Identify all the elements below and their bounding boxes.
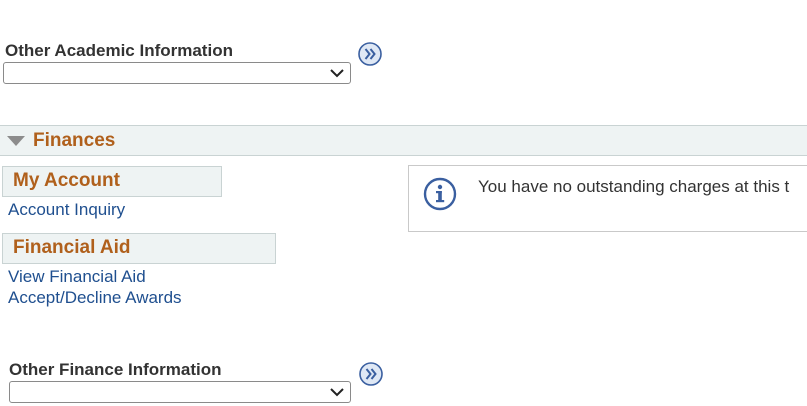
finances-section-header[interactable]: Finances [0,125,807,156]
triangle-down-icon[interactable] [7,136,25,146]
charges-notice: You have no outstanding charges at this … [408,165,807,232]
view-financial-aid-link[interactable]: View Financial Aid [8,267,146,287]
other-finance-go-button[interactable] [359,362,383,386]
other-finance-select[interactable] [9,381,351,403]
accept-decline-awards-link[interactable]: Accept/Decline Awards [8,288,182,308]
chevron-down-icon [330,69,344,78]
finances-section-title: Finances [33,130,116,151]
account-inquiry-link[interactable]: Account Inquiry [8,200,125,220]
other-finance-label: Other Finance Information [9,360,222,379]
other-academic-label: Other Academic Information [5,41,233,60]
student-center-page: Other Academic Information Finances My A… [0,0,807,406]
my-account-title: My Account [13,170,120,191]
my-account-header: My Account [2,166,222,197]
financial-aid-header: Financial Aid [2,233,276,264]
other-academic-go-button[interactable] [358,42,382,66]
info-icon [423,177,457,211]
charges-notice-text: You have no outstanding charges at this … [478,177,790,196]
chevron-down-icon [330,388,344,397]
financial-aid-title: Financial Aid [13,237,131,258]
other-academic-select[interactable] [3,62,351,84]
